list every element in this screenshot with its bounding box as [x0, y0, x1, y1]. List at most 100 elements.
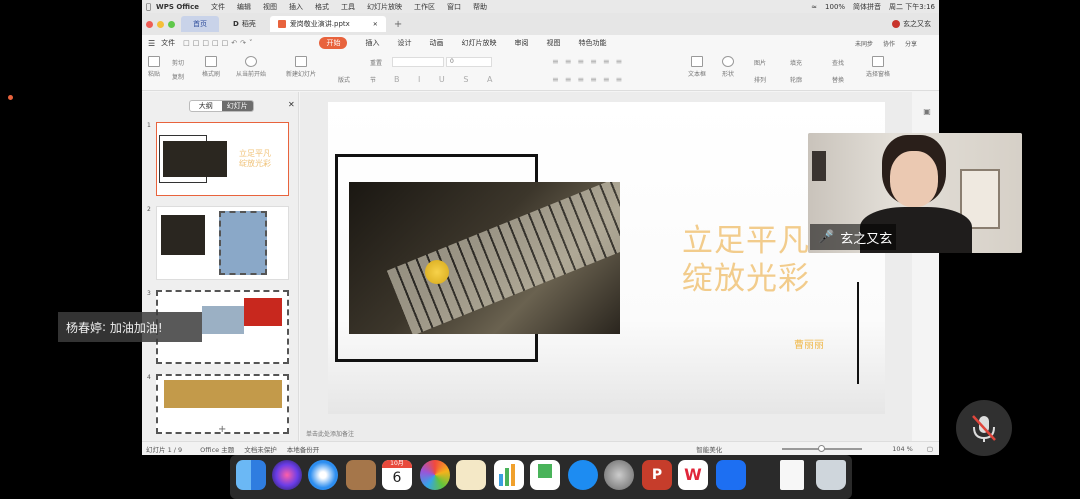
fit-window-icon[interactable]: ▢ [927, 445, 933, 453]
slide-thumbnail-2[interactable] [156, 206, 289, 280]
play-from-current-button[interactable]: 从当前开始 [236, 56, 266, 78]
tab-view[interactable]: 视图 [546, 38, 560, 48]
clock[interactable]: 周二 下午3:16 [889, 2, 935, 12]
zoom-level[interactable]: 104 % [892, 445, 913, 453]
outline-button[interactable]: 轮廓 [790, 75, 802, 84]
menu-slideshow[interactable]: 幻灯片放映 [367, 2, 402, 12]
doc-protect-status[interactable]: 文档未保护 [244, 444, 277, 454]
input-method[interactable]: 简体拼音 [853, 2, 881, 12]
wps-office-icon[interactable]: W [678, 460, 708, 490]
numbers-icon[interactable] [494, 460, 524, 490]
textbox-button[interactable]: 文本框 [688, 56, 706, 78]
tab-outline[interactable]: 大纲 [190, 101, 222, 111]
tab-close-icon[interactable]: ✕ [373, 21, 378, 28]
contacts-icon[interactable] [346, 460, 376, 490]
menu-edit[interactable]: 编辑 [237, 2, 251, 12]
new-tab-icon[interactable]: + [394, 19, 402, 30]
new-slide-button[interactable]: 新建幻灯片 [286, 56, 316, 78]
apple-icon[interactable]:  [146, 2, 156, 11]
align-buttons[interactable]: ≡≡≡≡≡≡ [552, 75, 628, 84]
tab-special[interactable]: 特色功能 [578, 38, 606, 48]
minimize-window-button[interactable] [157, 20, 164, 28]
current-slide[interactable]: 立足平凡 绽放光彩 曹丽丽 [328, 102, 885, 414]
zoom-slider[interactable] [782, 444, 863, 452]
tab-shell[interactable]: D 稻壳 [225, 16, 264, 32]
file-menu[interactable]: 文件 [161, 38, 175, 48]
smart-beautify-button[interactable]: 智能美化 [696, 444, 722, 454]
tab-slideshow[interactable]: 幻灯片放映 [461, 38, 496, 48]
safari-icon[interactable] [308, 460, 338, 490]
battery-label[interactable]: 100% [825, 3, 845, 11]
fill-button[interactable]: 填充 [790, 58, 802, 67]
zoom-slider-thumb[interactable] [818, 444, 826, 452]
cut-button[interactable]: 剪切 [172, 58, 184, 67]
paste-button[interactable]: 粘贴 [148, 56, 160, 78]
wifi-icon[interactable]: ≈ [811, 3, 817, 11]
close-window-button[interactable] [146, 20, 153, 28]
paragraph-buttons[interactable]: ≡≡≡≡≡≡ [552, 57, 628, 66]
find-button[interactable]: 查找 [832, 58, 844, 67]
menu-help[interactable]: 帮助 [473, 2, 487, 12]
slide-panel: 大纲 幻灯片 ✕ 1 立足平凡 绽放光彩 2 3 4 + [142, 92, 299, 441]
tab-slides[interactable]: 幻灯片 [221, 101, 253, 111]
installer-icon[interactable] [530, 460, 560, 490]
wps-presentation-icon[interactable]: P [642, 460, 672, 490]
menu-file[interactable]: 文件 [211, 2, 225, 12]
tab-start[interactable]: 开始 [319, 37, 348, 49]
tab-insert[interactable]: 插入 [365, 38, 379, 48]
speaker-name: 玄之又玄 [840, 231, 893, 247]
tab-home[interactable]: 首页 [181, 16, 219, 32]
copy-button[interactable]: 复制 [172, 72, 184, 81]
user-account[interactable]: 玄之又玄 [892, 19, 931, 29]
tab-design[interactable]: 设计 [397, 38, 411, 48]
font-name-input[interactable] [392, 57, 444, 67]
menu-tools[interactable]: 工具 [341, 2, 355, 12]
reset-button[interactable]: 重置 [370, 58, 382, 67]
app-store-icon[interactable] [568, 460, 598, 490]
menu-workspace[interactable]: 工作区 [414, 2, 435, 12]
shape-button[interactable]: 形状 [722, 56, 734, 78]
app-menu[interactable]: WPS Office [156, 3, 199, 11]
text-format-buttons[interactable]: B I U S A [394, 75, 500, 84]
menu-insert[interactable]: 插入 [289, 2, 303, 12]
mute-button[interactable] [956, 400, 1012, 456]
picture-button[interactable]: 图片 [754, 58, 766, 67]
photos-icon[interactable] [420, 460, 450, 490]
property-icon[interactable]: ▣ [923, 107, 931, 116]
collab-button[interactable]: 协作 [883, 39, 895, 48]
arrange-button[interactable]: 排列 [754, 75, 766, 84]
tab-review[interactable]: 审阅 [514, 38, 528, 48]
play-icon [245, 56, 257, 67]
textedit-icon[interactable] [456, 460, 486, 490]
menu-view[interactable]: 视图 [263, 2, 277, 12]
theme-name[interactable]: Office 主题 [200, 444, 234, 454]
format-painter-button[interactable]: 格式刷 [202, 56, 220, 78]
share-button[interactable]: 分享 [905, 39, 917, 48]
finder-icon[interactable] [236, 460, 266, 490]
siri-icon[interactable] [272, 460, 302, 490]
sync-status[interactable]: 未同步 [855, 39, 873, 48]
tencent-meeting-icon[interactable] [716, 460, 746, 490]
system-preferences-icon[interactable] [604, 460, 634, 490]
quick-access-icons[interactable]: □□□□□↶↷˅ [183, 39, 255, 47]
zoom-window-button[interactable] [168, 20, 175, 28]
menu-format[interactable]: 格式 [315, 2, 329, 12]
local-backup-status[interactable]: 本地备份开 [287, 444, 320, 454]
tab-document[interactable]: 爱岗敬业演讲.pptx ✕ [269, 16, 386, 32]
hamburger-icon[interactable]: ☰ [148, 39, 155, 48]
menu-window[interactable]: 窗口 [447, 2, 461, 12]
calendar-icon[interactable]: 10月 6 [382, 460, 412, 490]
close-panel-icon[interactable]: ✕ [288, 100, 295, 109]
layout-button[interactable]: 版式 [338, 75, 350, 84]
slide-thumbnail-1[interactable]: 立足平凡 绽放光彩 [156, 122, 289, 196]
slide-title-line2: 绽放光彩 [682, 261, 810, 297]
add-slide-icon[interactable]: + [218, 424, 226, 435]
notes-placeholder[interactable]: 单击此处添加备注 [306, 429, 354, 438]
replace-button[interactable]: 替换 [832, 75, 844, 84]
section-button[interactable]: 节 [370, 75, 376, 84]
select-pane-button[interactable]: 选择窗格 [866, 56, 890, 78]
font-size-input[interactable]: 0 [446, 57, 492, 67]
trash-icon[interactable] [816, 460, 846, 490]
document-stack-icon[interactable] [780, 460, 804, 490]
tab-animation[interactable]: 动画 [429, 38, 443, 48]
